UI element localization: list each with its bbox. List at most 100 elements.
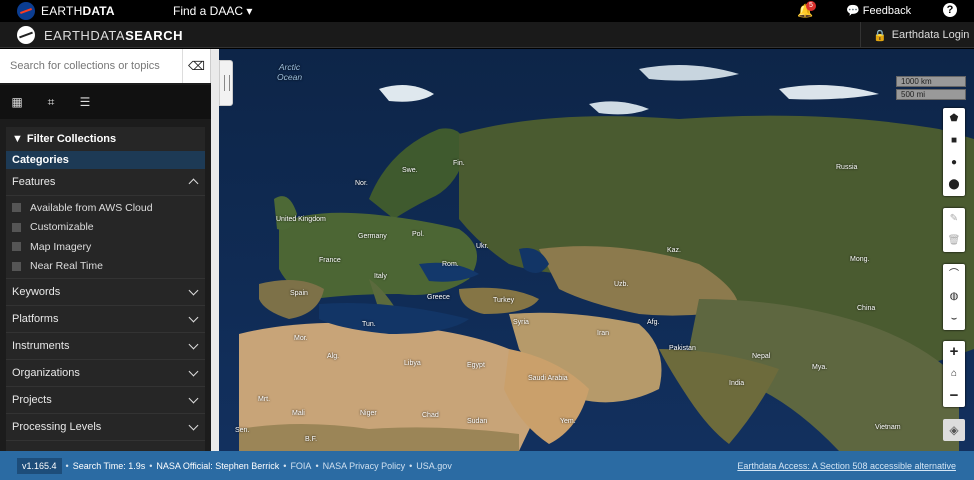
calendar-icon[interactable]: ▦ xyxy=(0,95,34,109)
find-daac-label: Find a DAAC xyxy=(173,4,244,18)
section-label: Keywords xyxy=(12,286,61,298)
rectangle-icon[interactable]: ■ xyxy=(943,130,965,152)
help-button[interactable]: ? xyxy=(943,3,957,17)
filter-icon: ▼ xyxy=(12,133,23,145)
foia-link[interactable]: FOIA xyxy=(290,461,311,471)
feedback-label: Feedback xyxy=(862,5,912,17)
globe-icon[interactable]: ◍ xyxy=(943,286,965,308)
map-label: China xyxy=(857,305,876,312)
usagov-link[interactable]: USA.gov xyxy=(416,461,452,471)
map-label: Greece xyxy=(427,294,450,301)
app-title[interactable]: EARTHDATASEARCH xyxy=(44,28,183,43)
section-keywords[interactable]: Keywords xyxy=(6,279,205,306)
section-label: Platforms xyxy=(12,313,59,325)
spatial-temporal-tools: ▦ ⌗ ☰ xyxy=(0,85,211,119)
section-label: Projects xyxy=(12,394,52,406)
section-label: Features xyxy=(12,176,56,188)
login-label: Earthdata Login xyxy=(891,29,970,41)
footer-separator: • xyxy=(283,460,287,471)
crop-icon[interactable]: ⌗ xyxy=(34,95,68,110)
chevron-down-icon xyxy=(188,420,199,430)
section-label: Processing Levels xyxy=(12,421,102,433)
app-header: EARTHDATASEARCH 🔒 Earthdata Login xyxy=(0,22,974,48)
filter-collections-header: ▼ Filter Collections xyxy=(6,127,205,151)
section-instruments[interactable]: Instruments xyxy=(6,333,205,360)
section-projects[interactable]: Projects xyxy=(6,387,205,414)
filter-title: Filter Collections xyxy=(26,133,117,145)
find-daac-dropdown[interactable]: Find a DAAC ▾ xyxy=(173,4,252,18)
map-label: Saudi Arabia xyxy=(528,375,568,382)
notification-badge: 5 xyxy=(806,1,816,11)
zoom-in-icon[interactable]: + xyxy=(943,341,965,363)
map-label: Niger xyxy=(360,410,377,417)
section-organizations[interactable]: Organizations xyxy=(6,360,205,387)
map-pin-icon[interactable]: ⬤ xyxy=(943,174,965,196)
zoom-out-icon[interactable]: − xyxy=(943,385,965,407)
home-icon[interactable]: ⌂ xyxy=(943,363,965,385)
section-features[interactable]: Features xyxy=(6,169,205,196)
map-label: Ukr. xyxy=(476,243,489,250)
feature-map-imagery[interactable]: Map Imagery xyxy=(6,237,205,257)
chat-icon: 💬 xyxy=(846,5,860,17)
footer-separator: • xyxy=(409,460,413,471)
map-label: India xyxy=(729,380,745,387)
map-label: Mali xyxy=(292,410,305,417)
map-label: Chad xyxy=(422,412,439,419)
map-label: Kaz. xyxy=(667,247,682,254)
section-platforms[interactable]: Platforms xyxy=(6,306,205,333)
section-processing-levels[interactable]: Processing Levels xyxy=(6,414,205,441)
map-label: Tun. xyxy=(362,321,376,328)
lock-icon: 🔒 xyxy=(873,29,887,42)
polygon-icon[interactable]: ⬟ xyxy=(943,108,965,130)
map-label: Afg. xyxy=(647,319,660,326)
trash-icon[interactable]: 🗑 xyxy=(943,230,965,252)
accessible-alternative-link[interactable]: Earthdata Access: A Section 508 accessib… xyxy=(737,461,956,471)
arctic-projection-icon[interactable]: ⌒ xyxy=(943,264,965,286)
antarctic-projection-icon[interactable]: ⌣ xyxy=(943,308,965,330)
feedback-link[interactable]: 💬 Feedback xyxy=(846,4,911,17)
sidebar-resize-handle[interactable] xyxy=(219,60,233,106)
circle-icon[interactable]: ● xyxy=(943,152,965,174)
feature-label: Available from AWS Cloud xyxy=(30,201,153,214)
map-label: Yem. xyxy=(560,418,576,425)
sliders-icon[interactable]: ☰ xyxy=(68,95,102,109)
checkbox[interactable] xyxy=(12,242,21,252)
feature-aws-cloud[interactable]: Available from AWS Cloud xyxy=(6,198,205,218)
map-label: Iran xyxy=(597,330,610,337)
earthdata-login-button[interactable]: 🔒 Earthdata Login xyxy=(860,22,969,48)
map-label: Syria xyxy=(513,319,529,326)
categories-header: Categories xyxy=(6,151,205,169)
eraser-icon[interactable]: ⌫ xyxy=(182,49,210,83)
map-label: Germany xyxy=(358,233,387,240)
map-label: Mya. xyxy=(812,364,828,371)
earthdata-brand[interactable]: EARTHDATA xyxy=(41,4,115,18)
checkbox[interactable] xyxy=(12,222,21,232)
ocean-label-line2: Ocean xyxy=(277,72,303,82)
earthdata-search-logo[interactable] xyxy=(17,26,35,44)
checkbox[interactable] xyxy=(12,261,21,271)
feature-near-real-time[interactable]: Near Real Time xyxy=(6,257,205,277)
feature-customizable[interactable]: Customizable xyxy=(6,218,205,238)
checkbox[interactable] xyxy=(12,203,21,213)
chevron-down-icon xyxy=(188,312,199,322)
map-label: Pakistan xyxy=(669,345,696,352)
map-view[interactable]: Arctic Ocean Fin. Swe. Nor. Russia United… xyxy=(219,49,974,451)
edit-icon[interactable]: ✎ xyxy=(943,208,965,230)
map-label: Russia xyxy=(836,164,858,171)
map-label: Fin. xyxy=(453,160,465,167)
privacy-policy-link[interactable]: NASA Privacy Policy xyxy=(323,461,406,471)
map-label: Swe. xyxy=(402,167,418,174)
scale-mi: 500 mi xyxy=(896,89,966,100)
footer-separator: • xyxy=(149,460,153,471)
nasa-logo[interactable] xyxy=(17,2,35,20)
map-label: Rom. xyxy=(442,261,459,268)
draw-tools: ⬟ ■ ● ⬤ xyxy=(943,108,965,196)
map-label: United Kingdom xyxy=(276,216,326,223)
feature-list: Available from AWS Cloud Customizable Ma… xyxy=(6,196,205,279)
feature-label: Customizable xyxy=(30,221,94,234)
section-label: Instruments xyxy=(12,340,70,352)
search-input[interactable] xyxy=(0,49,182,83)
layers-icon[interactable]: ◈ xyxy=(943,419,965,441)
search-bar: ⌫ xyxy=(0,49,211,83)
feature-label: Map Imagery xyxy=(30,240,92,253)
